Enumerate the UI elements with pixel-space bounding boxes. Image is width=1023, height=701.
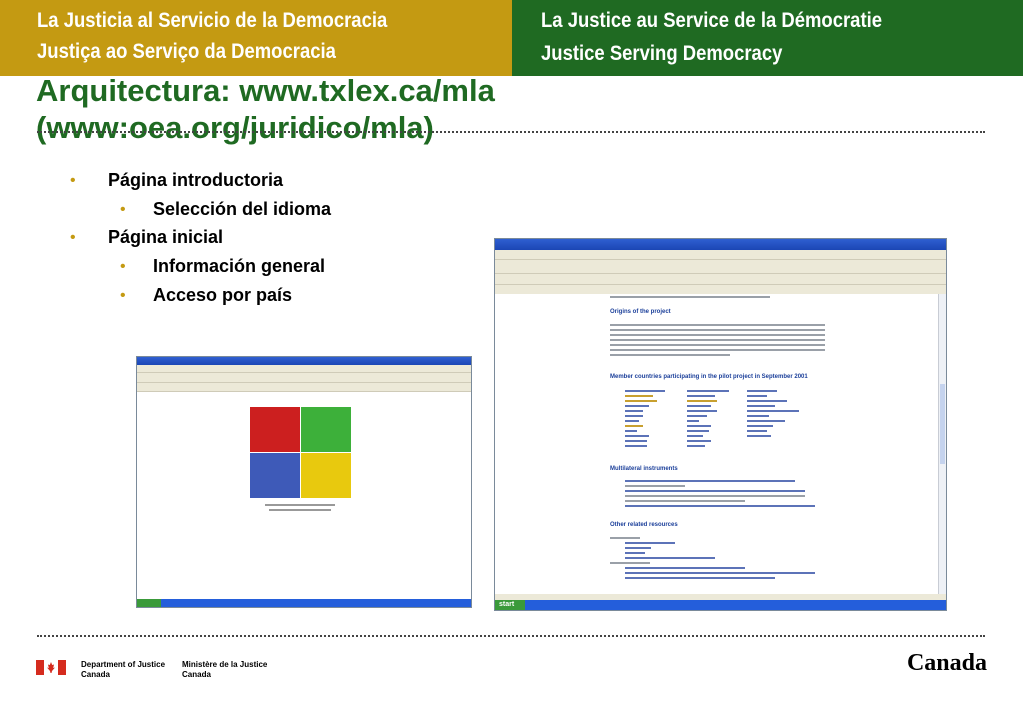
- dept-fr-line-1: Ministère de la Justice: [182, 660, 268, 669]
- footer-text-line: [269, 509, 331, 511]
- bullet-dot: •: [120, 201, 126, 218]
- banner-right-overlay: La Justice au Service de la Démocratie J…: [512, 0, 1023, 76]
- banner-english-overlay: Justice Serving Democracy: [541, 42, 783, 65]
- bullet-dot: •: [120, 287, 126, 304]
- scrollbar-thumb: [940, 384, 945, 464]
- tile-mla-english: [250, 407, 300, 452]
- tile-mla-portuguese: [301, 407, 351, 452]
- department-french: Ministère de la Justice Canada: [182, 660, 267, 680]
- address-bar: [137, 383, 471, 392]
- banner-left-overlay: La Justicia al Servicio de la Democracia…: [0, 0, 512, 76]
- department-english: Department of Justice Canada: [81, 660, 165, 680]
- dept-en-line-1: Department of Justice: [81, 660, 166, 669]
- menu-bar: [137, 365, 471, 373]
- window-titlebar: [495, 239, 946, 250]
- footer-text-line: [265, 504, 335, 506]
- slide-title: Arquitectura: www.txlex.ca/mla (www:oea.…: [36, 72, 996, 146]
- section-multilateral: Multilateral instruments: [610, 466, 678, 472]
- bullet-dot: •: [70, 172, 76, 189]
- bullet-dot: •: [120, 258, 126, 275]
- dept-en-line-2: Canada: [81, 670, 110, 679]
- vertical-scrollbar: [938, 294, 946, 594]
- title-line-1: Arquitectura: www.txlex.ca/mla: [36, 73, 495, 108]
- tile-mla-spanish: [301, 453, 351, 498]
- banner-french-overlay: La Justice au Service de la Démocratie: [541, 9, 883, 32]
- divider-top: [37, 131, 985, 133]
- canada-wordmark: Canada: [906, 650, 987, 676]
- start-button: start: [495, 600, 525, 610]
- banner-spanish-overlay: La Justicia al Servicio de la Democracia: [37, 9, 388, 32]
- bullet-item: Información general: [153, 256, 326, 276]
- banner-portuguese-overlay: Justiça ao Serviço da Democracia: [37, 40, 336, 63]
- page-content: Origins of the project Member countries …: [495, 294, 939, 594]
- dept-fr-line-2: Canada: [182, 670, 211, 679]
- canada-flag-icon: [36, 660, 66, 675]
- toolbar: [137, 373, 471, 383]
- section-other-resources: Other related resources: [610, 522, 678, 528]
- taskbar: start: [495, 600, 946, 610]
- bullet-item: Página introductoria: [108, 170, 284, 190]
- tile-mla-french: [250, 453, 300, 498]
- toolbar: [495, 260, 946, 274]
- screenshot-home-page: Origins of the project Member countries …: [494, 238, 947, 611]
- menu-bar: [495, 250, 946, 260]
- title-line-2: (www:oea.org/juridico/mla): [36, 110, 434, 145]
- start-button: [137, 599, 161, 607]
- section-origins: Origins of the project: [610, 309, 671, 315]
- window-titlebar: [137, 357, 471, 365]
- bullet-item: Selección del idioma: [153, 199, 332, 219]
- taskbar: [137, 599, 471, 607]
- divider-bottom: [37, 635, 985, 637]
- bullet-item: Página inicial: [108, 227, 224, 247]
- bullet-dot: •: [70, 229, 76, 246]
- section-members: Member countries participating in the pi…: [610, 374, 808, 380]
- screenshot-intro-page: [136, 356, 472, 608]
- bullet-item: Acceso por país: [153, 285, 293, 305]
- address-bar: [495, 274, 946, 285]
